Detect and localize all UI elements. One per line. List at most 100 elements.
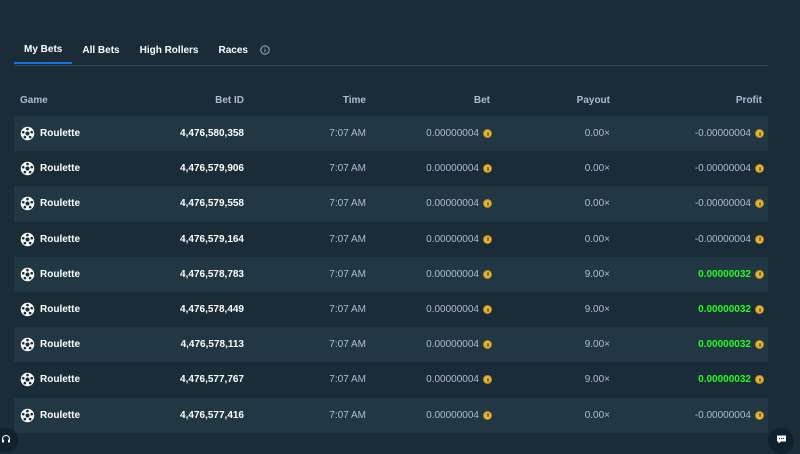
game-name[interactable]: Roulette: [40, 374, 80, 385]
game-name[interactable]: Roulette: [40, 410, 80, 421]
bet-amount: 0.00000004: [426, 198, 479, 210]
coin-icon: [755, 305, 764, 315]
game-name[interactable]: Roulette: [40, 128, 80, 139]
bet-id[interactable]: 4,476,578,783: [134, 269, 244, 280]
payout-multiplier: 9.00×: [584, 374, 610, 386]
game-name[interactable]: Roulette: [40, 339, 80, 350]
profit-cell: 0.00000032: [610, 269, 768, 280]
roulette-icon: [20, 161, 35, 176]
bet-id[interactable]: 4,476,577,767: [134, 374, 244, 385]
table-row[interactable]: Roulette 4,476,579,558 7:07 AM 0.00000004 0.…: [14, 186, 768, 222]
chat-icon: [776, 432, 787, 450]
table-row[interactable]: Roulette 4,476,580,358 7:07 AM 0.00000004 0.…: [14, 116, 768, 152]
coin-icon: [483, 410, 492, 420]
payout-multiplier: 0.00×: [584, 409, 610, 421]
game-name[interactable]: Roulette: [40, 269, 80, 280]
tab-my-bets[interactable]: My Bets: [14, 36, 73, 64]
profit-amount: -0.00000004: [694, 198, 751, 210]
roulette-icon: [20, 196, 35, 211]
profit-amount: -0.00000004: [694, 128, 751, 140]
bet-id[interactable]: 4,476,578,449: [134, 304, 244, 315]
profit-amount: 0.00000032: [698, 304, 751, 316]
bet-amount-cell: 0.00000004: [366, 269, 492, 280]
bet-time: 7:07 AM: [329, 163, 366, 175]
tab-high-rollers[interactable]: High Rollers: [130, 36, 209, 64]
bet-id[interactable]: 4,476,579,906: [134, 163, 244, 174]
chat-button[interactable]: [768, 428, 794, 454]
bet-id[interactable]: 4,476,577,416: [134, 410, 244, 421]
coin-icon: [755, 129, 764, 139]
coin-icon: [755, 269, 764, 279]
profit-cell: -0.00000004: [610, 410, 768, 421]
bet-amount-cell: 0.00000004: [366, 198, 492, 209]
coin-icon: [483, 164, 492, 174]
bet-amount: 0.00000004: [426, 128, 479, 140]
table-row[interactable]: Roulette 4,476,578,113 7:07 AM 0.00000004 9.…: [14, 327, 768, 363]
header-bet-id: Bet ID: [215, 94, 244, 106]
profit-amount: -0.00000004: [694, 233, 751, 245]
game-name[interactable]: Roulette: [40, 163, 80, 174]
coin-icon: [483, 269, 492, 279]
coin-icon: [483, 375, 492, 385]
header-payout: Payout: [576, 94, 610, 106]
table-row[interactable]: Roulette 4,476,579,164 7:07 AM 0.00000004 0.…: [14, 221, 768, 257]
support-button[interactable]: [0, 428, 18, 452]
profit-cell: -0.00000004: [610, 234, 768, 245]
bet-time: 7:07 AM: [329, 128, 366, 140]
profit-amount: -0.00000004: [694, 163, 751, 175]
payout-multiplier: 9.00×: [584, 304, 610, 316]
roulette-icon: [20, 232, 35, 247]
header-game: Game: [20, 94, 48, 106]
game-cell[interactable]: Roulette: [14, 232, 134, 247]
payout-multiplier: 0.00×: [584, 233, 610, 245]
table-row[interactable]: Roulette 4,476,577,767 7:07 AM 0.00000004 9.…: [14, 362, 768, 398]
game-cell[interactable]: Roulette: [14, 161, 134, 176]
game-cell[interactable]: Roulette: [14, 372, 134, 387]
coin-icon: [755, 375, 764, 385]
bet-amount-cell: 0.00000004: [366, 163, 492, 174]
info-icon[interactable]: [260, 36, 271, 64]
bet-id[interactable]: 4,476,579,164: [134, 234, 244, 245]
profit-amount: -0.00000004: [694, 409, 751, 421]
game-name[interactable]: Roulette: [40, 234, 80, 245]
tab-all-bets[interactable]: All Bets: [72, 36, 129, 64]
tab-races[interactable]: Races: [209, 36, 258, 64]
bet-id[interactable]: 4,476,580,358: [134, 128, 244, 139]
game-cell[interactable]: Roulette: [14, 267, 134, 282]
profit-amount: 0.00000032: [698, 339, 751, 351]
table-body: Roulette 4,476,580,358 7:07 AM 0.00000004 0.…: [14, 116, 768, 433]
coin-icon: [483, 129, 492, 139]
coin-icon: [755, 410, 764, 420]
bet-time: 7:07 AM: [329, 374, 366, 386]
bet-amount: 0.00000004: [426, 304, 479, 316]
game-cell[interactable]: Roulette: [14, 408, 134, 423]
game-cell[interactable]: Roulette: [14, 302, 134, 317]
bets-tabs: My Bets All Bets High Rollers Races: [14, 36, 768, 66]
table-header: Game Bet ID Time Bet Payout Profit: [14, 84, 768, 116]
coin-icon: [755, 164, 764, 174]
bet-amount-cell: 0.00000004: [366, 128, 492, 139]
bet-id[interactable]: 4,476,579,558: [134, 198, 244, 209]
profit-cell: 0.00000032: [610, 374, 768, 385]
coin-icon: [755, 199, 764, 209]
bet-amount-cell: 0.00000004: [366, 304, 492, 315]
header-profit: Profit: [735, 94, 762, 106]
payout-multiplier: 0.00×: [584, 163, 610, 175]
table-row[interactable]: Roulette 4,476,578,449 7:07 AM 0.00000004 9.…: [14, 291, 768, 328]
bet-id[interactable]: 4,476,578,113: [134, 339, 244, 350]
bet-amount-cell: 0.00000004: [366, 410, 492, 421]
bet-amount: 0.00000004: [426, 163, 479, 175]
table-row[interactable]: Roulette 4,476,577,416 7:07 AM 0.00000004 0.…: [14, 397, 768, 433]
coin-icon: [755, 340, 764, 350]
bet-amount: 0.00000004: [426, 268, 479, 280]
game-name[interactable]: Roulette: [40, 304, 80, 315]
table-row[interactable]: Roulette 4,476,578,783 7:07 AM 0.00000004 9.…: [14, 256, 768, 292]
bet-amount: 0.00000004: [426, 339, 479, 351]
game-cell[interactable]: Roulette: [14, 337, 134, 352]
game-cell[interactable]: Roulette: [14, 196, 134, 211]
game-cell[interactable]: Roulette: [14, 126, 134, 141]
game-name[interactable]: Roulette: [40, 198, 80, 209]
table-row[interactable]: Roulette 4,476,579,906 7:07 AM 0.00000004 0.…: [14, 151, 768, 187]
payout-multiplier: 9.00×: [584, 268, 610, 280]
bet-time: 7:07 AM: [329, 409, 366, 421]
